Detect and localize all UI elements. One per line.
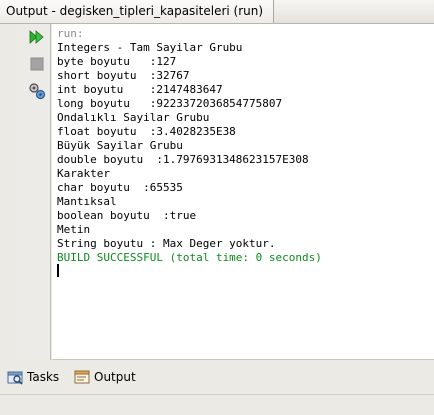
rerun-button[interactable] <box>28 28 46 46</box>
console-line: Karakter <box>57 167 110 180</box>
console-line: Metin <box>57 223 91 236</box>
console-line: byte boyutu :127 <box>57 55 177 68</box>
tasks-tab-label: Tasks <box>27 370 60 384</box>
double-play-icon <box>29 30 44 44</box>
console-line: float boyutu :3.4028235E38 <box>57 125 236 138</box>
console-line: boolean boyutu :true <box>57 209 197 222</box>
console-line: Mantıksal <box>57 195 117 208</box>
bottom-window-tabs: Tasks Output <box>0 360 434 394</box>
console-line: String boyutu : Max Deger yoktur. <box>57 237 276 250</box>
console-line: double boyutu :1.7976931348623157E308 <box>57 153 309 166</box>
output-window-title: Output - degisken_tipleri_kapasiteleri (… <box>6 4 264 18</box>
console-line: int boyutu :2147483647 <box>57 83 223 96</box>
output-console[interactable]: run: Integers - Tam Sayilar Grubu byte b… <box>52 24 434 360</box>
console-line: char boyutu :65535 <box>57 181 183 194</box>
settings-gears-icon <box>29 83 46 100</box>
console-line: long boyutu :9223372036854775807 <box>57 97 283 110</box>
stop-button[interactable] <box>28 55 46 73</box>
output-titlebar: Output - degisken_tipleri_kapasiteleri (… <box>0 0 434 24</box>
output-window-icon <box>74 369 90 385</box>
status-bar <box>0 394 434 415</box>
text-caret <box>57 264 59 277</box>
output-tab-label: Output <box>94 370 136 384</box>
console-line: Integers - Tam Sayilar Grubu <box>57 41 243 54</box>
console-line: Büyük Sayilar Grubu <box>57 139 183 152</box>
output-toolbar <box>23 24 51 360</box>
stop-square-icon <box>30 57 44 71</box>
ide-window: Output - degisken_tipleri_kapasiteleri (… <box>0 0 434 415</box>
output-tab[interactable]: Output <box>74 367 136 387</box>
build-status-line: BUILD SUCCESSFUL (total time: 0 seconds) <box>57 251 322 264</box>
console-line: short boyutu :32767 <box>57 69 190 82</box>
tasks-tab[interactable]: Tasks <box>7 367 59 387</box>
tasks-icon <box>7 369 23 385</box>
output-window-tab[interactable]: Output - degisken_tipleri_kapasiteleri (… <box>0 0 275 23</box>
console-line: Ondalıklı Sayilar Grubu <box>57 111 210 124</box>
output-options-button[interactable] <box>28 82 46 100</box>
console-line: run: <box>57 27 84 40</box>
